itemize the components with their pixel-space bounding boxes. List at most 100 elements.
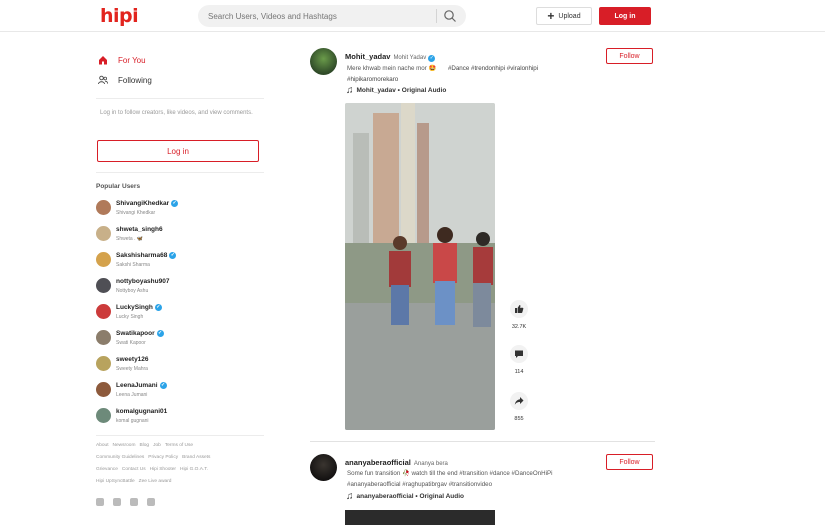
search-bar [198,5,466,27]
footer-link[interactable]: Hipi Shooter [150,467,176,472]
verified-icon: ✓ [154,304,162,311]
avatar[interactable] [310,48,337,75]
avatar [96,304,111,319]
follow-button[interactable]: Follow [606,48,653,64]
footer-links: About Newsroom Blog Job Terms of Use Communi… [96,440,261,488]
search-divider [436,9,437,23]
twitter-icon[interactable] [130,498,138,506]
user-name: Swati Kapoor [116,340,146,346]
user-name: Sweety Mahra [116,366,148,372]
verified-icon: ✓ [428,55,436,62]
avatar [96,356,111,371]
verified-icon: ✓ [169,252,177,259]
search-icon[interactable] [443,9,457,23]
user-name: Nottyboy Ashu [116,288,149,294]
post-audio[interactable]: ♫ ananyaberaofficial • Original Audio [346,491,464,502]
user-name: Shivangi Khedkar [116,210,156,216]
avatar [96,382,111,397]
verified-icon: ✓ [171,200,179,207]
upload-button[interactable]: + Upload [536,7,592,25]
user-name: Leena Jumani [116,392,148,398]
sidebar: For You Following Log in to follow creat… [96,32,266,525]
post-display-name: Mohit Yadav [393,55,427,61]
footer-link[interactable]: Blog [139,443,149,448]
audio-label: ananyaberaofficial • Original Audio [356,493,465,500]
footer-link[interactable]: Privacy Policy [148,455,178,460]
like-action[interactable]: 32.7K [508,300,530,330]
user-handle: LuckySingh ✓ [116,304,162,311]
share-action[interactable]: 855 [508,392,530,422]
popular-users-title: Popular Users [96,183,141,190]
avatar [96,226,111,241]
home-icon [99,56,107,65]
facebook-icon[interactable] [96,498,104,506]
avatar[interactable] [310,454,337,481]
comment-action[interactable]: 114 [508,345,530,375]
footer-link[interactable]: Hipi G.O.A.T. [180,467,208,472]
footer-link[interactable]: Brand Assets [182,455,210,460]
instagram-icon[interactable] [113,498,121,506]
sidebar-divider [96,98,264,99]
login-button[interactable]: Log in [599,7,651,25]
user-name: Sakshi Sharma [116,262,150,268]
user-name: komal gugnani [116,418,149,424]
user-name: Lucky Singh [116,314,144,320]
popular-user-row[interactable]: Sakshisharma68 ✓ Sakshi Sharma [96,250,256,270]
footer-link[interactable]: Newsroom [113,443,136,448]
video-player[interactable] [345,103,495,430]
user-handle: LeenaJumani ✓ [116,382,167,389]
hipi-logo[interactable]: hipi [100,5,139,27]
avatar [96,330,111,345]
search-input[interactable] [208,8,433,24]
footer-link[interactable]: Zee Live award [139,479,172,484]
user-handle: komalgugnani01 [116,408,168,415]
comment-icon[interactable] [510,345,528,363]
post-divider [310,441,655,442]
post-caption: Some fun transition 🥀 watch till the end… [347,470,553,488]
footer-link[interactable]: Terms of Use [165,443,193,448]
post-caption: Mere khwab mein nache mor 🤩 #Dance #tren… [347,63,577,85]
footer-link[interactable]: Hipi UpSyncBattle [96,479,135,484]
footer-link[interactable]: Community Guidelines [96,455,144,460]
nav-following[interactable]: Following [98,75,152,85]
avatar [96,200,111,215]
upload-label: Upload [558,12,581,20]
share-icon[interactable] [510,392,528,410]
music-note-icon: ♫ [346,85,354,96]
social-links [96,498,155,506]
top-bar: hipi + Upload Log in [0,0,825,32]
footer-link[interactable]: Job [153,443,161,448]
video-feed: Mohit_yadav Mohit Yadav ✓ Mere khwab mein… [310,32,655,525]
user-handle: sweety126 [116,356,149,363]
footer-link[interactable]: About [96,443,109,448]
share-count: 855 [514,416,524,422]
follow-button[interactable]: Follow [606,454,653,470]
people-icon [98,75,108,85]
sidebar-divider [96,435,264,436]
user-handle: nottyboyashu907 [116,278,170,285]
video-player[interactable] [345,510,495,525]
post-handle[interactable]: Mohit_yadav [345,52,390,61]
post-audio[interactable]: ♫ Mohit_yadav • Original Audio [346,85,446,96]
popular-user-row[interactable]: ShivangiKhedkar ✓ Shivangi Khedkar [96,198,256,218]
nav-for-you[interactable]: For You [98,55,146,65]
popular-user-row[interactable]: nottyboyashu907 Nottyboy Ashu [96,276,256,296]
avatar [96,408,111,423]
post-handle[interactable]: ananyaberaofficial [345,458,411,467]
popular-user-row[interactable]: komalgugnani01 komal gugnani [96,406,256,426]
like-icon[interactable] [510,300,528,318]
post-header: ananyaberaofficial Ananya bera [345,458,448,467]
sidebar-login-button[interactable]: Log in [97,140,259,162]
video-frame [345,103,495,430]
user-name: Shweta . 🦋 [116,236,144,242]
popular-user-row[interactable]: sweety126 Sweety Mahra [96,354,256,374]
popular-user-row[interactable]: LuckySingh ✓ Lucky Singh [96,302,256,322]
footer-link[interactable]: Grievance [96,467,118,472]
music-note-icon: ♫ [346,491,354,502]
popular-user-row[interactable]: shweta_singh6 Shweta . 🦋 [96,224,256,244]
youtube-icon[interactable] [147,498,155,506]
popular-user-row[interactable]: LeenaJumani ✓ Leena Jumani [96,380,256,400]
footer-link[interactable]: Contact Us [122,467,146,472]
comment-count: 114 [514,369,524,375]
popular-user-row[interactable]: Swatikapoor ✓ Swati Kapoor [96,328,256,348]
